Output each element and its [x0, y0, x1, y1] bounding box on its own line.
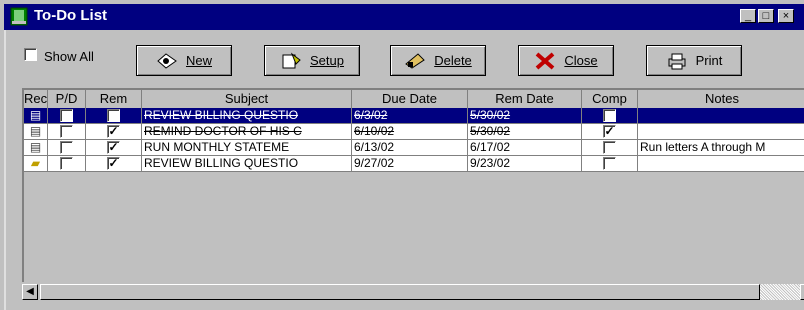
comp-cell[interactable]: ✓ [582, 108, 638, 124]
rem-cell[interactable]: ✓ [86, 140, 142, 156]
pd-checkbox[interactable] [60, 125, 73, 139]
pd-checkbox[interactable] [60, 157, 73, 171]
rem-cell[interactable]: ✓ [86, 108, 142, 124]
close-window-button[interactable]: × [778, 9, 794, 23]
comp-cell[interactable]: ✓ [582, 124, 638, 140]
scroll-right-button[interactable]: ▶ [800, 284, 804, 300]
todo-app-icon [10, 7, 28, 26]
clipboard-icon: ▤ [29, 124, 42, 138]
table-row[interactable]: ▤ ✓ REVIEW BILLING QUESTIO 6/3/02 5/30/02 ✓ [24, 108, 804, 124]
rem-checkbox[interactable]: ✓ [107, 109, 120, 123]
due-date-cell[interactable]: 6/3/02 [352, 108, 468, 124]
table-row[interactable]: ▤ ✓ RUN MONTHLY STATEME 6/13/02 6/17/02 Run l… [24, 140, 804, 156]
rem-checkbox[interactable]: ✓ [107, 141, 120, 155]
minimize-button[interactable]: _ [740, 9, 756, 23]
folder-icon: ▰ [30, 156, 41, 170]
subject-cell[interactable]: REVIEW BILLING QUESTIO [142, 156, 352, 172]
rem-date-cell[interactable]: 5/30/02 [468, 124, 582, 140]
table-row[interactable]: ▤ ✓ REMIND DOCTOR OF HIS C 6/10/02 5/30/02 ✓ [24, 124, 804, 140]
due-date-cell[interactable]: 9/27/02 [352, 156, 468, 172]
rem-date-cell[interactable]: 6/17/02 [468, 140, 582, 156]
delete-label: Delete [434, 53, 472, 68]
title-bar[interactable]: To-Do List _ □ × [4, 4, 804, 30]
clipboard-icon: ▤ [29, 140, 42, 154]
subject-text: REVIEW BILLING QUESTIO [144, 156, 299, 170]
horizontal-scrollbar[interactable]: ◀ ▶ [22, 282, 804, 300]
notes-cell[interactable] [638, 124, 804, 140]
col-header-rec[interactable]: Rec [24, 90, 48, 108]
show-all-checkbox[interactable] [24, 48, 37, 61]
rem-date-cell[interactable]: 5/30/02 [468, 108, 582, 124]
notes-cell[interactable] [638, 156, 804, 172]
comp-cell[interactable] [582, 140, 638, 156]
delete-icon [405, 52, 425, 69]
new-button[interactable]: New [136, 45, 232, 76]
rem-checkbox[interactable]: ✓ [107, 125, 120, 139]
table-row[interactable]: ▰ ✓ REVIEW BILLING QUESTIO 9/27/02 9/23/02 [24, 156, 804, 172]
subject-text: RUN MONTHLY STATEME [144, 140, 290, 154]
rec-cell[interactable]: ▰ [24, 156, 48, 172]
pd-checkbox[interactable] [60, 141, 73, 155]
setup-button[interactable]: Setup [264, 45, 360, 76]
col-header-subject[interactable]: Subject [142, 90, 352, 108]
col-header-pd[interactable]: P/D [48, 90, 86, 108]
maximize-button[interactable]: □ [758, 9, 774, 23]
window-title: To-Do List [34, 7, 108, 24]
comp-checkbox[interactable] [603, 141, 616, 155]
notes-cell[interactable]: Run letters A through M [638, 140, 804, 156]
show-all-label: Show All [44, 49, 94, 64]
subject-text: REMIND DOCTOR OF HIS C [144, 124, 302, 138]
setup-icon [282, 52, 301, 68]
minimize-icon: _ [744, 10, 752, 22]
comp-checkbox[interactable] [603, 157, 616, 171]
due-date-cell[interactable]: 6/10/02 [352, 124, 468, 140]
comp-checkbox[interactable]: ✓ [603, 109, 616, 123]
rem-date-cell[interactable]: 9/23/02 [468, 156, 582, 172]
scroll-thumb[interactable] [40, 284, 760, 300]
rem-cell[interactable]: ✓ [86, 156, 142, 172]
comp-checkbox[interactable]: ✓ [603, 125, 616, 139]
print-icon [668, 53, 686, 69]
close-icon [536, 51, 555, 70]
pd-cell[interactable] [48, 108, 86, 124]
todo-table[interactable]: Rec P/D Rem Subject Due Date Rem Date Co… [22, 88, 804, 282]
scroll-left-button[interactable]: ◀ [22, 284, 38, 300]
clipboard-icon: ▤ [29, 108, 42, 122]
subject-cell[interactable]: RUN MONTHLY STATEME [142, 140, 352, 156]
maximize-icon: □ [762, 10, 770, 22]
setup-label: Setup [310, 53, 344, 68]
rem-cell[interactable]: ✓ [86, 124, 142, 140]
col-header-due-date[interactable]: Due Date [352, 90, 468, 108]
table-empty-area [24, 174, 804, 282]
pd-cell[interactable] [48, 124, 86, 140]
comp-cell[interactable] [582, 156, 638, 172]
rec-cell[interactable]: ▤ [24, 124, 48, 140]
new-icon [157, 52, 177, 69]
scroll-left-icon: ◀ [26, 286, 34, 297]
close-button[interactable]: Close [518, 45, 614, 76]
due-date-cell[interactable]: 6/13/02 [352, 140, 468, 156]
new-label: New [185, 53, 212, 68]
rec-cell[interactable]: ▤ [24, 140, 48, 156]
subject-cell[interactable]: REVIEW BILLING QUESTIO [142, 108, 352, 124]
print-button[interactable]: Print [646, 45, 742, 76]
pd-checkbox[interactable] [60, 109, 73, 123]
close-label: Close [564, 53, 598, 68]
col-header-comp[interactable]: Comp [582, 90, 638, 108]
pd-cell[interactable] [48, 156, 86, 172]
close-window-icon: × [782, 10, 790, 22]
col-header-notes[interactable]: Notes [638, 90, 804, 108]
notes-cell[interactable] [638, 108, 804, 124]
print-label: Print [695, 53, 723, 68]
pd-cell[interactable] [48, 140, 86, 156]
col-header-rem[interactable]: Rem [86, 90, 142, 108]
rem-checkbox[interactable]: ✓ [107, 157, 120, 171]
rec-cell[interactable]: ▤ [24, 108, 48, 124]
subject-cell[interactable]: REMIND DOCTOR OF HIS C [142, 124, 352, 140]
col-header-rem-date[interactable]: Rem Date [468, 90, 582, 108]
subject-text: REVIEW BILLING QUESTIO [144, 108, 299, 122]
delete-button[interactable]: Delete [390, 45, 486, 76]
